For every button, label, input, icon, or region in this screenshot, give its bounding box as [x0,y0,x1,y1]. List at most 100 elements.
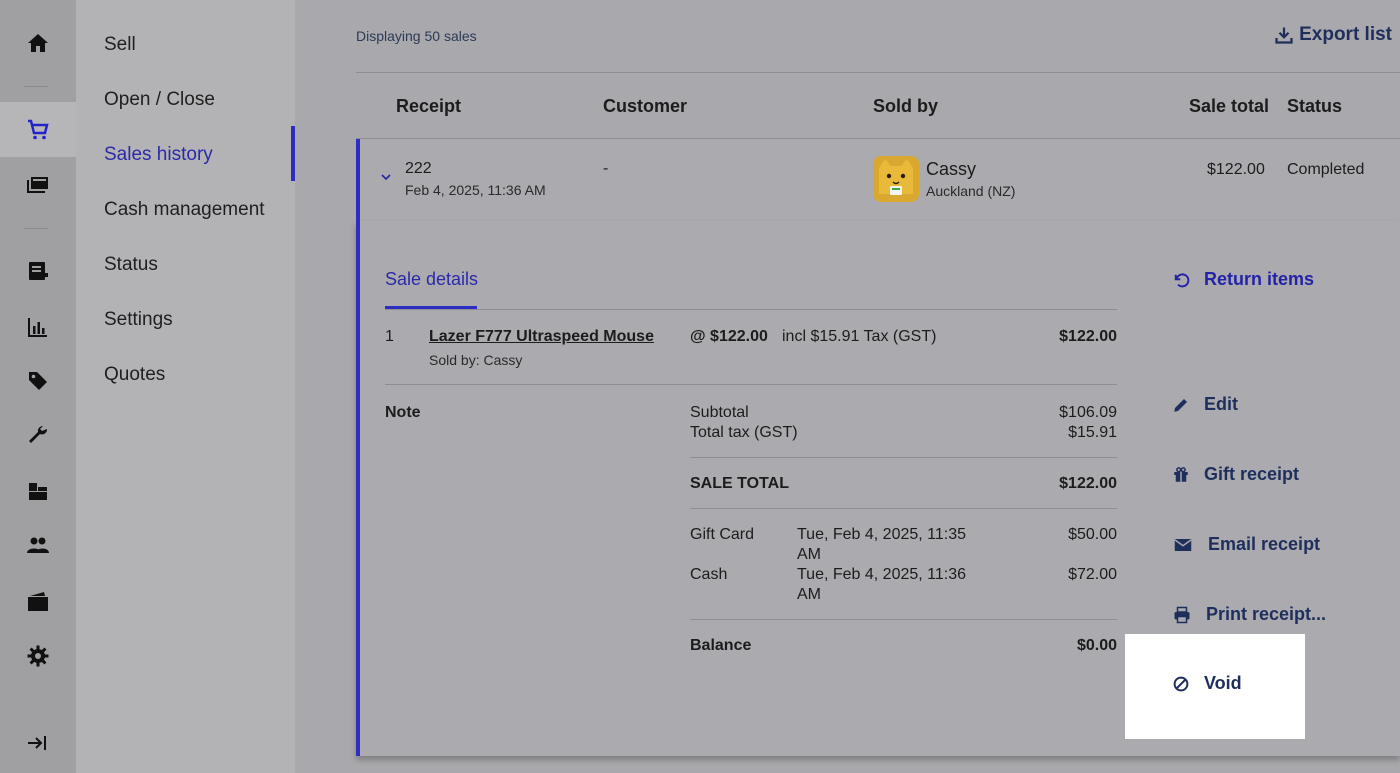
envelope-icon [1174,538,1192,551]
home-icon [28,33,48,52]
expand-sidebar-icon [28,735,46,750]
sales-count: Displaying 50 sales [356,28,477,44]
column-receipt[interactable]: Receipt [396,96,461,117]
pencil-icon [1174,398,1187,412]
chevron-down-icon[interactable] [380,171,392,183]
cart-icon [28,119,49,139]
column-status[interactable]: Status [1287,96,1342,117]
receipt-icon [29,261,48,280]
undo-icon [1174,272,1190,287]
rail-register[interactable] [0,157,76,212]
return-items-label: Return items [1204,269,1315,289]
tag-icon [29,371,47,390]
subnav-open-close[interactable]: Open / Close [104,89,215,111]
payment-method: Gift Card [690,526,755,543]
void-label: Void [1204,673,1242,693]
rail-inventory[interactable] [0,463,76,518]
rail-expand[interactable] [0,715,76,770]
subnav-sell[interactable]: Sell [104,34,136,56]
register-icon [27,176,48,193]
balance-label: Balance [690,637,752,654]
rail-products[interactable] [0,353,76,408]
rail-customers[interactable] [0,517,76,572]
column-sold-by[interactable]: Sold by [873,96,938,117]
edit-label: Edit [1204,394,1238,414]
sale-total-label: SALE TOTAL [690,475,789,492]
export-list-label: Export list [1299,24,1392,45]
wrench-icon [29,425,48,443]
gear-icon [27,645,49,666]
edit-button[interactable]: Edit [1172,394,1238,415]
printer-icon [1174,606,1190,623]
wallet-icon [28,591,48,611]
rail-receipts[interactable] [0,243,76,298]
receipt-number: 222 [405,160,432,177]
rail-sell[interactable] [0,102,76,157]
return-items-button[interactable]: Return items [1172,269,1314,290]
icon-rail [0,0,76,773]
cat-avatar-icon [873,156,919,202]
divider [690,508,1117,509]
email-receipt-label: Email receipt [1208,534,1321,554]
status-badge: Completed [1287,161,1365,178]
balance-value: $0.00 [1076,637,1117,654]
line-item-product-link[interactable]: Lazer F777 Ultraspeed Mouse [429,328,654,346]
customers-icon [27,537,49,553]
line-item-qty: 1 [385,328,394,345]
tax-label: Total tax (GST) [690,424,798,441]
seller-name: Cassy [926,159,977,179]
line-item-sold-by: Sold by: Cassy [429,352,523,368]
payment-date-cont: AM [797,546,821,563]
divider [690,619,1117,620]
subnav-status[interactable]: Status [104,254,158,276]
reports-icon [28,317,47,337]
divider [356,72,1400,73]
gift-receipt-button[interactable]: Gift receipt [1172,464,1299,485]
rail-reports[interactable] [0,299,76,354]
sale-detail-panel: Sale details 1 Lazer F777 Ultraspeed Mou… [356,221,1400,756]
subnav-quotes[interactable]: Quotes [104,364,165,386]
void-highlight: Void [1125,634,1305,739]
column-customer[interactable]: Customer [603,96,687,117]
inventory-icon [29,482,47,500]
download-icon [1275,27,1293,44]
print-receipt-label: Print receipt... [1206,604,1327,624]
export-list-button[interactable]: Export list [1275,24,1392,46]
divider [385,309,1117,310]
print-receipt-button[interactable]: Print receipt... [1172,604,1326,625]
sale-total-value: $122.00 [1059,475,1117,492]
line-item-unit-price: @ $122.00 [690,328,768,345]
subnav-settings[interactable]: Settings [104,309,173,331]
payment-amount: $50.00 [1068,526,1117,543]
rail-tools[interactable] [0,407,76,462]
payment-date: Tue, Feb 4, 2025, 11:35 [797,526,967,543]
payment-amount: $72.00 [1068,566,1117,583]
sell-subnav: Sell Open / Close Sales history Cash man… [76,0,295,773]
rail-wallet[interactable] [0,574,76,629]
rail-settings[interactable] [0,628,76,683]
gift-icon [1174,466,1188,482]
payment-method: Cash [690,566,728,583]
tab-sale-details[interactable]: Sale details [385,269,478,290]
note-label: Note [385,404,421,421]
column-sale-total[interactable]: Sale total [1189,96,1269,117]
payment-date-cont: AM [797,586,821,603]
subnav-sales-history[interactable]: Sales history [104,144,213,166]
seller-location: Auckland (NZ) [926,183,1016,199]
void-button[interactable]: Void [1172,673,1242,694]
line-item-amount: $122.00 [1059,328,1117,345]
ban-icon [1173,676,1189,691]
payment-date: Tue, Feb 4, 2025, 11:36 [797,566,967,583]
line-item-tax: incl $15.91 Tax (GST) [782,328,937,345]
customer-name: - [603,160,609,177]
avatar [873,156,919,202]
divider [385,384,1117,385]
receipt-date: Feb 4, 2025, 11:36 AM [405,182,546,198]
subnav-cash-management[interactable]: Cash management [104,199,265,221]
rail-home[interactable] [0,15,76,70]
tax-value: $15.91 [1068,424,1117,441]
gift-receipt-label: Gift receipt [1204,464,1300,484]
table-row[interactable]: 222 Feb 4, 2025, 11:36 AM - Cassy Auckla… [356,139,1400,221]
subtotal-label: Subtotal [690,404,749,421]
email-receipt-button[interactable]: Email receipt [1172,534,1320,555]
